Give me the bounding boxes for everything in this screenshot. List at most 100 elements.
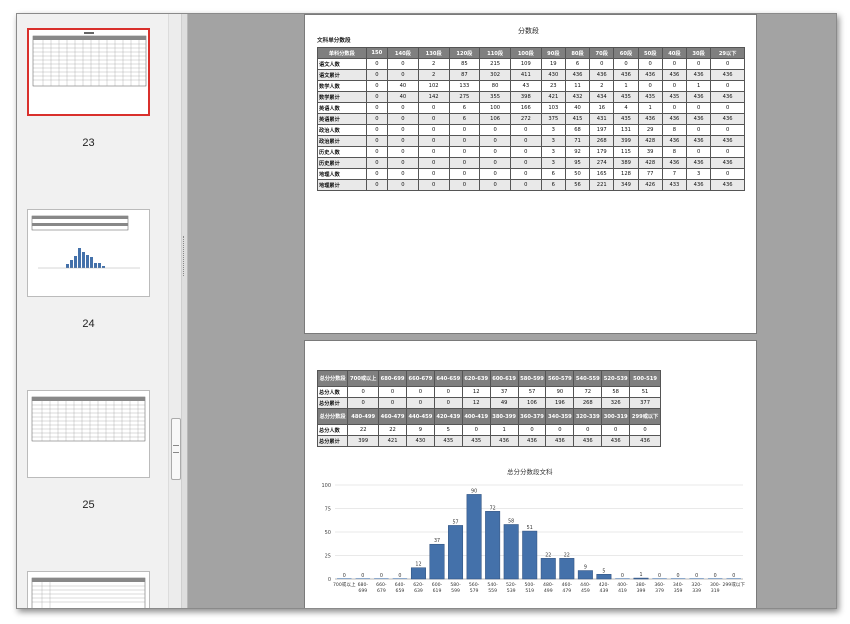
table-cell: 29 bbox=[637, 124, 663, 136]
table-cell: 90 bbox=[545, 386, 575, 398]
table-cell: 0 bbox=[378, 397, 407, 409]
column-header: 700或以上 bbox=[347, 370, 380, 387]
thumbnail-scrollbar[interactable] bbox=[168, 14, 181, 608]
bar bbox=[596, 574, 612, 580]
table-cell: 0 bbox=[637, 58, 663, 70]
table-cell: 0 bbox=[365, 124, 389, 136]
table-cell: 0 bbox=[417, 113, 450, 125]
row-label: 地理累计 bbox=[317, 179, 367, 191]
table-cell: 0 bbox=[433, 386, 463, 398]
data-label: 0 bbox=[658, 573, 661, 579]
thumbnail-24-preview bbox=[31, 215, 140, 269]
data-label: 57 bbox=[452, 519, 458, 525]
chart-title: 总分分数段文科 bbox=[507, 468, 553, 476]
table-cell: 0 bbox=[417, 135, 450, 147]
x-tick-label: 700或以上 bbox=[333, 581, 356, 588]
document-page-2: 总分分数段 700或以上 680-699 660-679 640-659 620-639 6… bbox=[304, 340, 757, 608]
data-label: 0 bbox=[732, 573, 735, 579]
column-header: 360-379 bbox=[517, 408, 547, 425]
table-cell: 436 bbox=[661, 69, 688, 81]
thumbnail-panel[interactable]: 23 24 25 bbox=[17, 14, 182, 608]
row-label: 数学累计 bbox=[317, 91, 367, 103]
bar bbox=[448, 525, 464, 580]
table-cell: 0 bbox=[387, 102, 419, 114]
column-header: 460-479 bbox=[378, 408, 407, 425]
table-cell: 51 bbox=[629, 386, 661, 398]
thumbnail-page-24[interactable] bbox=[27, 209, 150, 297]
bar bbox=[633, 577, 649, 580]
column-header: 580-599 bbox=[517, 370, 547, 387]
table-cell: 436 bbox=[573, 435, 603, 447]
column-header: 680-699 bbox=[378, 370, 407, 387]
column-header: 500-519 bbox=[629, 370, 661, 387]
table-cell: 0 bbox=[601, 424, 631, 436]
row-label: 政治累计 bbox=[317, 135, 367, 147]
row-label: 总分累计 bbox=[316, 397, 349, 409]
table-cell: 0 bbox=[387, 135, 419, 147]
row-label: 历史人数 bbox=[317, 146, 367, 158]
table-cell: 221 bbox=[589, 179, 615, 191]
bar bbox=[485, 511, 501, 580]
table-cell: 50 bbox=[564, 168, 591, 180]
table-cell: 0 bbox=[365, 69, 389, 81]
thumbnail-page-25[interactable] bbox=[27, 390, 150, 478]
table-cell: 433 bbox=[661, 179, 688, 191]
table-cell: 375 bbox=[540, 113, 566, 125]
table-cell: 0 bbox=[509, 157, 542, 169]
table-row: 数学累计 0 40 142 275 355 398 421 432 434 435 435 435 436… bbox=[317, 91, 745, 103]
table-cell: 49 bbox=[489, 397, 519, 409]
thumbnail-label-23: 23 bbox=[82, 137, 95, 149]
table-cell: 0 bbox=[417, 124, 450, 136]
table-cell: 430 bbox=[540, 69, 566, 81]
x-tick-label: 299或以下 bbox=[722, 581, 745, 588]
table-cell: 215 bbox=[479, 58, 511, 70]
thumbnail-page-23[interactable] bbox=[27, 28, 150, 116]
table-cell: 0 bbox=[661, 102, 688, 114]
data-label: 5 bbox=[602, 568, 605, 574]
thumbnail-page-26[interactable] bbox=[27, 571, 150, 608]
table-cell: 398 bbox=[509, 91, 542, 103]
panel-splitter[interactable] bbox=[182, 14, 188, 608]
table-cell: 268 bbox=[589, 135, 615, 147]
table-cell: 436 bbox=[710, 69, 745, 81]
table-cell: 436 bbox=[661, 157, 688, 169]
bar bbox=[559, 558, 575, 580]
table-cell: 434 bbox=[589, 91, 615, 103]
table-cell: 435 bbox=[613, 91, 639, 103]
table-cell: 436 bbox=[564, 69, 591, 81]
column-header: 440-459 bbox=[406, 408, 435, 425]
table-cell: 0 bbox=[365, 91, 389, 103]
column-header: 660-679 bbox=[406, 370, 435, 387]
table-cell: 0 bbox=[710, 102, 745, 114]
table-cell: 436 bbox=[710, 113, 745, 125]
table-cell: 1 bbox=[686, 80, 712, 92]
table-cell: 39 bbox=[637, 146, 663, 158]
scrollbar-thumb[interactable] bbox=[171, 418, 181, 480]
table-cell: 0 bbox=[417, 157, 450, 169]
table-cell: 71 bbox=[564, 135, 591, 147]
table-cell: 0 bbox=[387, 157, 419, 169]
table-cell: 428 bbox=[637, 135, 663, 147]
thumbnail-26-preview bbox=[31, 577, 146, 608]
table-cell: 0 bbox=[387, 179, 419, 191]
table-cell: 0 bbox=[545, 424, 575, 436]
data-label: 90 bbox=[471, 488, 477, 494]
table-cell: 0 bbox=[406, 397, 435, 409]
column-header: 600-619 bbox=[489, 370, 519, 387]
column-header: 299或以下 bbox=[629, 408, 661, 425]
table-cell: 43 bbox=[509, 80, 542, 92]
table-cell: 0 bbox=[661, 58, 688, 70]
table-cell: 421 bbox=[378, 435, 407, 447]
table-cell: 435 bbox=[661, 91, 688, 103]
table-cell: 0 bbox=[509, 168, 542, 180]
document-viewer-window: 23 24 25 分数段 文科单分数段 单科分数段 150 140段 130段 … bbox=[16, 13, 837, 609]
column-header: 640-659 bbox=[433, 370, 463, 387]
table-cell: 37 bbox=[489, 386, 519, 398]
score-distribution-chart: 02550751000 0 0 01237579072585122 22950 1 0 0 0 0… bbox=[321, 483, 745, 594]
table-cell: 411 bbox=[509, 69, 542, 81]
table-cell: 0 bbox=[509, 124, 542, 136]
bar bbox=[410, 567, 426, 580]
table-cell: 0 bbox=[509, 135, 542, 147]
table-cell: 436 bbox=[710, 91, 745, 103]
column-header: 80段 bbox=[564, 47, 591, 59]
